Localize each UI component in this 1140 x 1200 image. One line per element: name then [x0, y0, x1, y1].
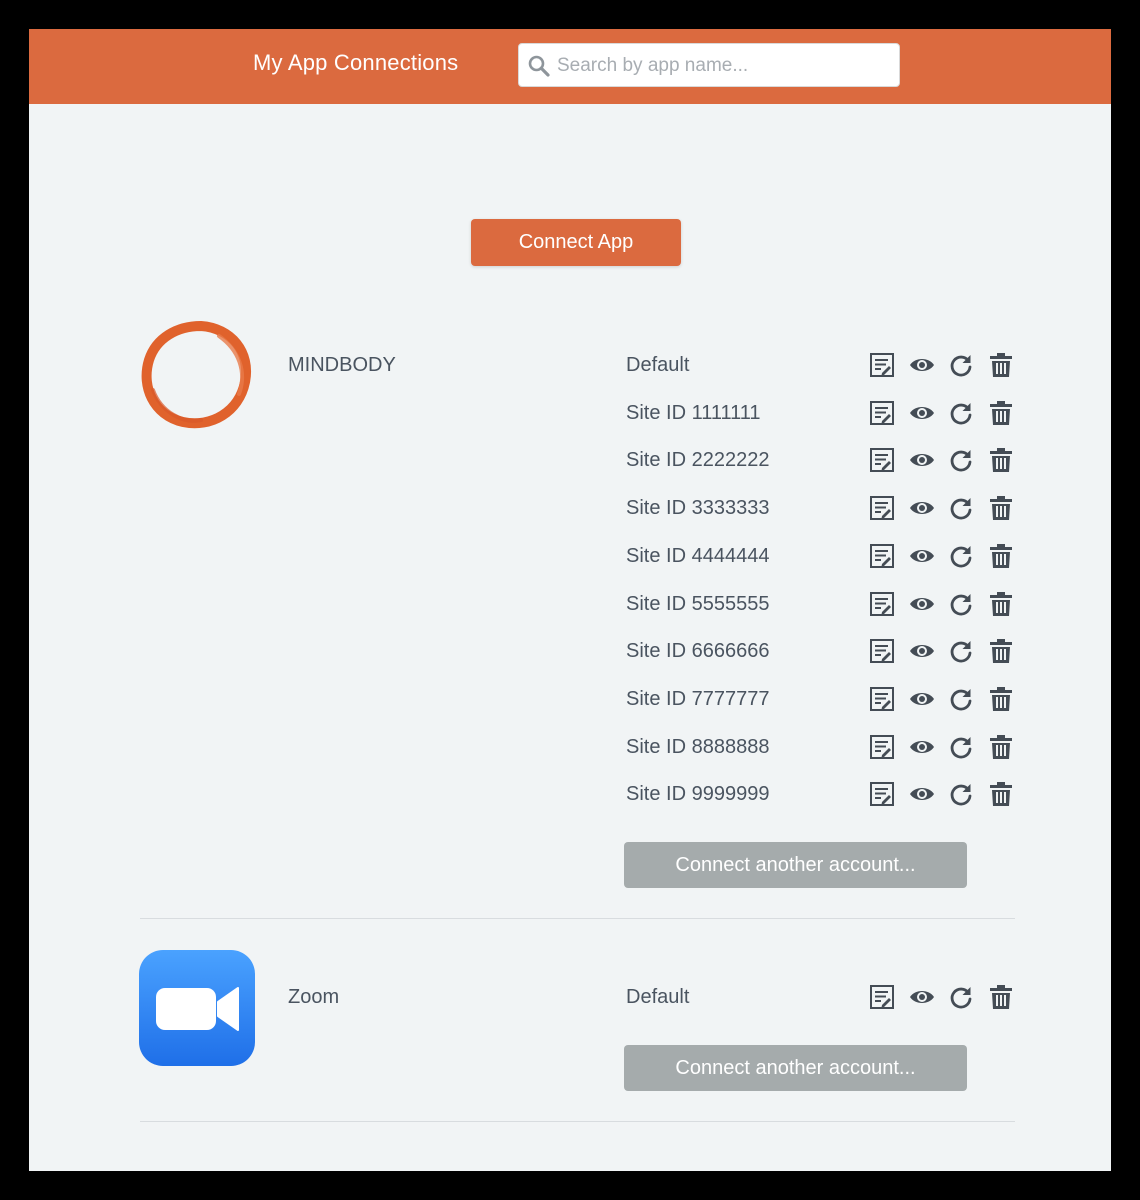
divider [140, 918, 1015, 919]
trash-icon[interactable] [988, 543, 1014, 569]
account-label: Site ID 3333333 [626, 497, 770, 520]
eye-icon[interactable] [909, 781, 935, 807]
page-title: My App Connections [253, 50, 459, 75]
divider [140, 1121, 1015, 1122]
refresh-icon[interactable] [948, 352, 974, 378]
eye-icon[interactable] [909, 543, 935, 569]
trash-icon[interactable] [988, 447, 1014, 473]
trash-icon[interactable] [988, 686, 1014, 712]
account-label: Site ID 8888888 [626, 735, 770, 758]
trash-icon[interactable] [988, 400, 1014, 426]
connect-another-account-button[interactable]: Connect another account... [624, 1045, 967, 1091]
eye-icon[interactable] [909, 591, 935, 617]
refresh-icon[interactable] [948, 734, 974, 760]
top-header: My App Connections [29, 29, 1111, 104]
account-row: Site ID 4444444 [626, 541, 1046, 571]
account-row: Site ID 3333333 [626, 493, 1046, 523]
edit-icon[interactable] [869, 591, 895, 617]
edit-icon[interactable] [869, 352, 895, 378]
eye-icon[interactable] [909, 352, 935, 378]
account-row: Site ID 2222222 [626, 445, 1046, 475]
app-name: MINDBODY [288, 354, 396, 376]
account-label: Site ID 6666666 [626, 640, 770, 663]
account-label: Site ID 9999999 [626, 783, 770, 806]
account-label: Site ID 5555555 [626, 592, 770, 615]
account-label: Default [626, 986, 690, 1008]
refresh-icon[interactable] [948, 638, 974, 664]
account-row: Site ID 1111111 [626, 398, 1046, 428]
trash-icon[interactable] [988, 984, 1014, 1010]
eye-icon[interactable] [909, 400, 935, 426]
trash-icon[interactable] [988, 495, 1014, 521]
account-label: Site ID 1111111 [626, 401, 761, 424]
account-label: Default [626, 354, 690, 376]
edit-icon[interactable] [869, 638, 895, 664]
account-row: Site ID 9999999 [626, 779, 1046, 809]
trash-icon[interactable] [988, 352, 1014, 378]
edit-icon[interactable] [869, 400, 895, 426]
app-name: Zoom [288, 986, 340, 1008]
eye-icon[interactable] [909, 495, 935, 521]
app-connections-window: My App Connections Connect App MINDBODY … [29, 29, 1111, 1171]
account-row: Site ID 6666666 [626, 636, 1046, 666]
trash-icon[interactable] [988, 638, 1014, 664]
zoom-logo-icon [139, 950, 255, 1066]
search-box[interactable] [518, 43, 900, 88]
eye-icon[interactable] [909, 686, 935, 712]
account-row: Default [626, 982, 1046, 1012]
refresh-icon[interactable] [948, 495, 974, 521]
trash-icon[interactable] [988, 591, 1014, 617]
trash-icon[interactable] [988, 734, 1014, 760]
eye-icon[interactable] [909, 638, 935, 664]
account-label: Site ID 7777777 [626, 687, 770, 710]
search-input[interactable] [555, 44, 899, 88]
refresh-icon[interactable] [948, 686, 974, 712]
edit-icon[interactable] [869, 781, 895, 807]
eye-icon[interactable] [909, 447, 935, 473]
eye-icon[interactable] [909, 984, 935, 1010]
account-label: Site ID 2222222 [626, 449, 770, 472]
edit-icon[interactable] [869, 543, 895, 569]
edit-icon[interactable] [869, 734, 895, 760]
refresh-icon[interactable] [948, 984, 974, 1010]
account-row: Default [626, 350, 1046, 380]
connect-app-button[interactable]: Connect App [471, 219, 681, 266]
trash-icon[interactable] [988, 781, 1014, 807]
mindbody-logo-icon [141, 320, 252, 429]
account-label: Site ID 4444444 [626, 544, 770, 567]
edit-icon[interactable] [869, 495, 895, 521]
account-row: Site ID 5555555 [626, 589, 1046, 619]
refresh-icon[interactable] [948, 781, 974, 807]
eye-icon[interactable] [909, 734, 935, 760]
refresh-icon[interactable] [948, 400, 974, 426]
account-row: Site ID 7777777 [626, 684, 1046, 714]
refresh-icon[interactable] [948, 591, 974, 617]
refresh-icon[interactable] [948, 447, 974, 473]
edit-icon[interactable] [869, 447, 895, 473]
connect-another-account-button[interactable]: Connect another account... [624, 842, 967, 888]
edit-icon[interactable] [869, 686, 895, 712]
refresh-icon[interactable] [948, 543, 974, 569]
account-row: Site ID 8888888 [626, 732, 1046, 762]
search-icon [528, 55, 550, 77]
edit-icon[interactable] [869, 984, 895, 1010]
